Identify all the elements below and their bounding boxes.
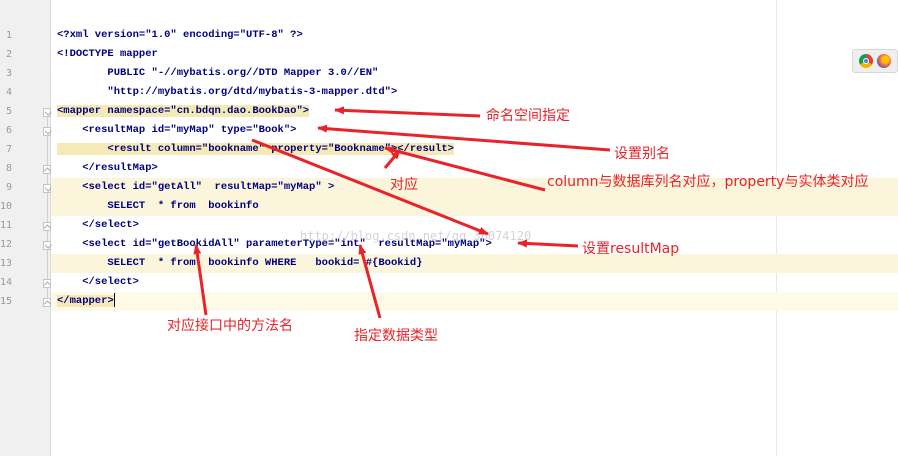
firefox-icon[interactable] xyxy=(877,54,891,68)
fold-guide xyxy=(47,114,48,305)
line-number: 7 xyxy=(5,144,12,155)
line-number: 14 xyxy=(0,277,13,288)
code-line[interactable]: </mapper> xyxy=(57,292,115,311)
code-line[interactable]: </select> xyxy=(57,216,139,235)
line-number: 2 xyxy=(5,49,12,60)
code-line[interactable]: "http://mybatis.org/dtd/mybatis-3-mapper… xyxy=(57,83,397,102)
code-line[interactable]: </resultMap> xyxy=(57,159,158,178)
line-number: 11 xyxy=(0,220,13,231)
fold-expand-icon[interactable] xyxy=(43,279,51,288)
line-number: 4 xyxy=(5,87,12,98)
code-line[interactable]: <resultMap id="myMap" type="Book"> xyxy=(57,121,296,140)
annotation-alias: 设置别名 xyxy=(614,146,670,162)
annotation-param-type: 指定数据类型 xyxy=(354,328,438,344)
code-line[interactable]: SELECT * from bookinfo WHERE bookid= #{B… xyxy=(57,254,422,273)
text-caret xyxy=(113,293,115,308)
annotation-namespace: 命名空间指定 xyxy=(486,108,570,124)
line-number: 5 xyxy=(5,106,12,117)
code-line[interactable]: <!DOCTYPE mapper xyxy=(57,45,158,64)
annotation-method-name: 对应接口中的方法名 xyxy=(167,318,293,334)
annotation-mapping: 对应 xyxy=(390,177,418,193)
code-line[interactable]: </select> xyxy=(57,273,139,292)
code-text: </mapper> xyxy=(57,295,114,307)
line-number: 8 xyxy=(5,163,12,174)
line-number: 12 xyxy=(0,239,13,250)
fold-expand-icon[interactable] xyxy=(43,222,51,231)
arrow-namespace xyxy=(334,106,481,118)
fold-collapse-icon[interactable] xyxy=(43,241,51,250)
fold-collapse-icon[interactable] xyxy=(43,108,51,117)
line-number: 9 xyxy=(5,182,12,193)
fold-expand-icon[interactable] xyxy=(43,165,51,174)
watermark: http://blog.csdn.net/qq_36074120 xyxy=(300,229,532,243)
browser-preview-bar xyxy=(852,49,898,73)
code-line[interactable]: SELECT * from bookinfo xyxy=(57,197,258,216)
code-line[interactable]: <select id="getAll" resultMap="myMap" > xyxy=(57,178,334,197)
line-number: 10 xyxy=(0,201,13,212)
code-line[interactable]: <result column="bookname" property="Book… xyxy=(57,140,454,159)
line-number: 13 xyxy=(0,258,13,269)
chrome-icon[interactable] xyxy=(859,54,873,68)
fold-expand-icon[interactable] xyxy=(43,298,51,307)
code-line[interactable]: PUBLIC "-//mybatis.org//DTD Mapper 3.0//… xyxy=(57,64,378,83)
line-number: 1 xyxy=(5,30,12,41)
code-text: <mapper namespace="cn.bdqn.dao.BookDao"> xyxy=(57,105,310,117)
line-number: 6 xyxy=(5,125,12,136)
code-text: <result column="bookname" property="Book… xyxy=(57,143,454,155)
annotation-column-property: column与数据库列名对应，property与实体类对应 xyxy=(547,174,869,190)
code-line[interactable]: <?xml version="1.0" encoding="UTF-8" ?> xyxy=(57,26,303,45)
fold-collapse-icon[interactable] xyxy=(43,127,51,136)
code-line[interactable]: <mapper namespace="cn.bdqn.dao.BookDao"> xyxy=(57,102,310,121)
line-number: 3 xyxy=(5,68,12,79)
line-gutter: 1 2 3 4 5 6 7 8 9 10 11 12 13 14 15 xyxy=(0,0,51,456)
right-margin-guide xyxy=(776,0,777,456)
fold-collapse-icon[interactable] xyxy=(43,184,51,193)
line-number: 15 xyxy=(0,296,13,307)
current-line-highlight xyxy=(51,292,898,311)
arrow-set-resultmap xyxy=(517,239,579,248)
annotation-set-resultmap: 设置resultMap xyxy=(582,241,680,257)
